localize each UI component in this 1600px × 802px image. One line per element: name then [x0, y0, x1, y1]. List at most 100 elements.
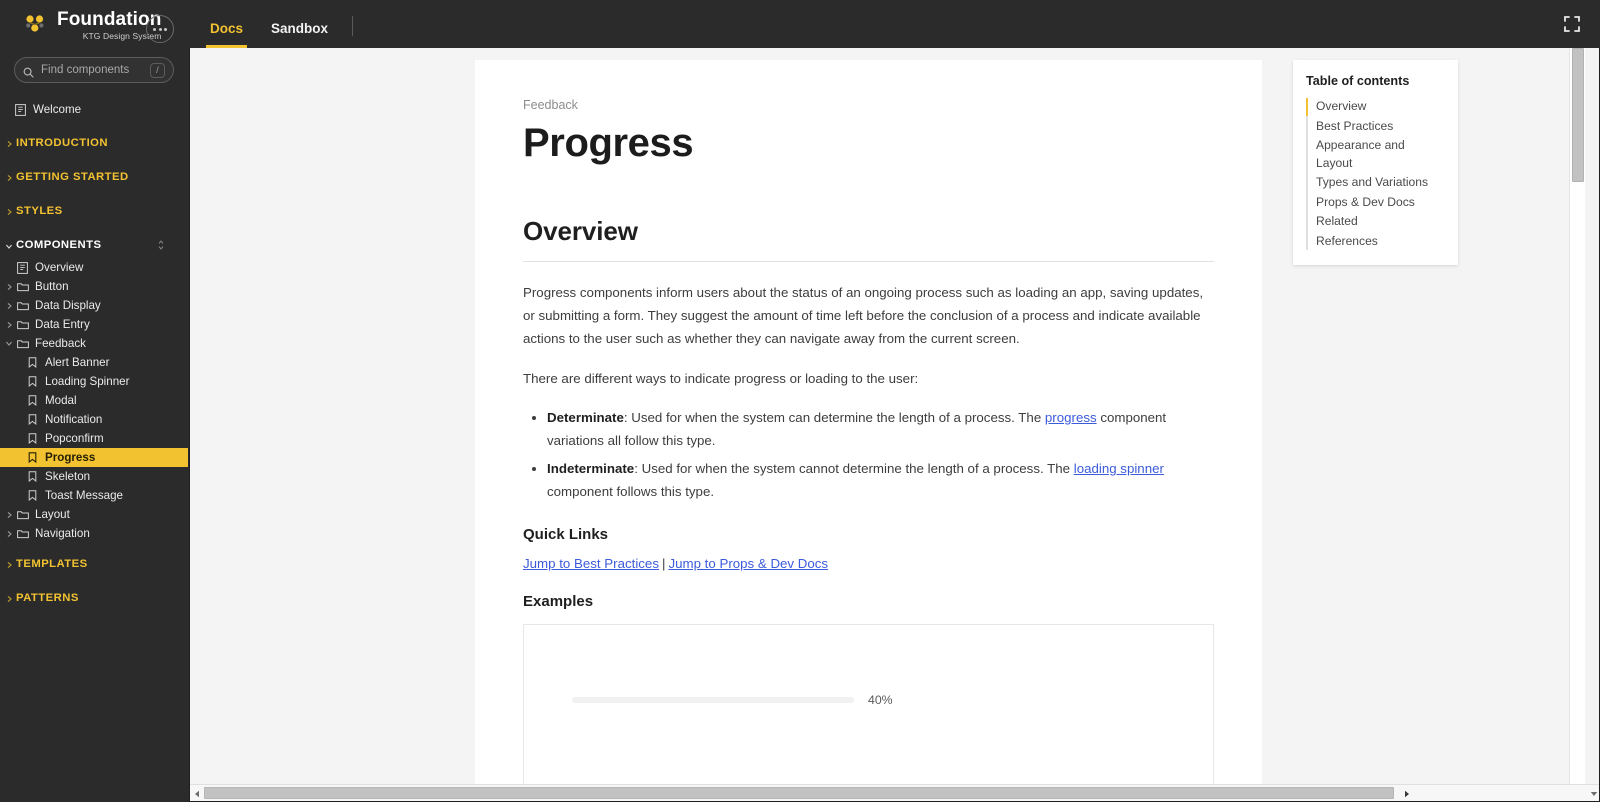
sidebar-item-button[interactable]: Button: [0, 277, 188, 296]
sort-icon[interactable]: [156, 239, 166, 254]
sidebar-item-overview[interactable]: Overview: [0, 258, 188, 277]
sidebar-item-label: Notification: [45, 412, 103, 426]
overview-paragraph-1: Progress components inform users about t…: [523, 285, 1204, 346]
top-tabs: Docs Sandbox: [196, 0, 357, 48]
progress-example-40: 40%: [572, 693, 902, 707]
list-item: Indeterminate: Used for when the system …: [547, 458, 1214, 504]
vertical-scrollbar[interactable]: [1569, 34, 1585, 786]
table-of-contents: Table of contents Overview Best Practice…: [1293, 60, 1458, 266]
jump-to-props-dev-docs-link[interactable]: Jump to Props & Dev Docs: [668, 556, 828, 571]
examples-box: 40% 80%: [523, 623, 1214, 786]
examples-heading: Examples: [523, 592, 594, 610]
bookmark-icon: [26, 357, 39, 368]
scroll-down-arrow-icon[interactable]: [1587, 785, 1599, 801]
toc-item-props-dev-docs[interactable]: Props & Dev Docs: [1316, 193, 1444, 213]
content-scroll-area: Feedback Progress Overview Progress comp…: [190, 34, 1585, 786]
sidebar-section-label: GETTING STARTED: [16, 171, 129, 184]
sidebar-item-layout[interactable]: Layout: [0, 505, 188, 524]
folder-icon: [16, 510, 29, 520]
sidebar-section-patterns[interactable]: PATTERNS: [0, 587, 188, 611]
search-input[interactable]: [41, 64, 150, 76]
chevron-down-icon: [4, 340, 14, 347]
article-card: Feedback Progress Overview Progress comp…: [475, 60, 1262, 786]
list-item-text-before: : Used for when the system can determine…: [623, 410, 1045, 426]
tab-divider: [352, 16, 354, 36]
chevron-right-icon: [4, 302, 14, 310]
sidebar-item-notification[interactable]: Notification: [0, 410, 188, 429]
sidebar-item-modal[interactable]: Modal: [0, 391, 188, 410]
sidebar-item-feedback[interactable]: Feedback: [0, 334, 188, 353]
search-box[interactable]: /: [14, 57, 174, 83]
more-options-icon[interactable]: [146, 15, 174, 43]
vertical-scrollbar-thumb[interactable]: [1572, 48, 1584, 182]
list-item: Determinate: Used for when the system ca…: [547, 407, 1214, 453]
sidebar-section-styles[interactable]: STYLES: [0, 200, 188, 224]
list-item-term: Determinate: [547, 410, 624, 426]
bookmark-icon: [26, 471, 39, 482]
bookmark-icon: [26, 490, 39, 501]
sidebar-item-label: Modal: [45, 393, 77, 407]
sidebar-item-label: Feedback: [35, 336, 86, 350]
sidebar-item-label: Data Display: [35, 298, 101, 312]
sidebar-item-label: Layout: [35, 507, 70, 521]
chevron-right-icon: [4, 174, 14, 182]
tab-sandbox[interactable]: Sandbox: [257, 21, 342, 48]
sidebar-item-data-entry[interactable]: Data Entry: [0, 315, 188, 334]
sidebar-section-components[interactable]: COMPONENTS: [0, 234, 188, 258]
fullscreen-expand-icon[interactable]: [1562, 14, 1582, 34]
scroll-left-arrow-icon[interactable]: [190, 785, 204, 801]
toc-item-appearance-and-layout[interactable]: Appearance and Layout: [1316, 136, 1444, 173]
sidebar-item-label: Loading Spinner: [45, 374, 130, 388]
sidebar-item-welcome[interactable]: Welcome: [0, 99, 188, 121]
sidebar-item-toast-message[interactable]: Toast Message: [0, 486, 188, 505]
sidebar-section-introduction[interactable]: INTRODUCTION: [0, 132, 188, 156]
chevron-right-icon: [4, 595, 14, 603]
bookmark-icon: [26, 376, 39, 387]
chevron-right-icon: [4, 561, 14, 569]
overview-paragraph-2: There are different ways to indicate pro…: [523, 370, 919, 386]
sidebar: / Welcome INTRODUCTION: [0, 48, 188, 802]
horizontal-scrollbar-thumb[interactable]: [204, 787, 1394, 799]
sidebar-item-label: Data Entry: [35, 317, 90, 331]
brand-logo-group[interactable]: Foundation KTG Design System: [22, 10, 161, 41]
scroll-right-arrow-icon[interactable]: [1400, 785, 1414, 801]
tab-docs[interactable]: Docs: [196, 21, 257, 48]
toc-item-overview[interactable]: Overview: [1306, 97, 1444, 117]
progress-link[interactable]: progress: [1045, 410, 1097, 425]
search-icon: [23, 65, 34, 78]
breadcrumb: Feedback: [523, 98, 578, 112]
jump-to-best-practices-link[interactable]: Jump to Best Practices: [523, 556, 659, 571]
folder-icon: [16, 301, 29, 311]
sidebar-item-label: Overview: [35, 260, 84, 274]
sidebar-section-label: PATTERNS: [16, 592, 79, 605]
page-icon: [16, 261, 29, 274]
sidebar-section-templates[interactable]: TEMPLATES: [0, 553, 188, 577]
loading-spinner-link[interactable]: loading spinner: [1074, 461, 1164, 476]
chevron-right-icon: [4, 321, 14, 329]
bookmark-icon: [26, 452, 39, 463]
toc-item-references[interactable]: References: [1316, 232, 1444, 252]
progress-type-list: Determinate: Used for when the system ca…: [523, 407, 1214, 503]
sidebar-item-label: Welcome: [33, 103, 82, 117]
sidebar-section-getting-started[interactable]: GETTING STARTED: [0, 166, 188, 190]
toc-item-best-practices[interactable]: Best Practices: [1316, 117, 1444, 137]
progress-track: [572, 696, 854, 703]
section-heading-overview: Overview: [523, 216, 638, 246]
sidebar-item-popconfirm[interactable]: Popconfirm: [0, 429, 188, 448]
horizontal-scrollbar[interactable]: [190, 784, 1599, 801]
sidebar-item-navigation[interactable]: Navigation: [0, 524, 188, 543]
toc-item-related[interactable]: Related: [1316, 212, 1444, 232]
sidebar-item-data-display[interactable]: Data Display: [0, 296, 188, 315]
quick-links-heading: Quick Links: [523, 525, 609, 543]
chevron-right-icon: [4, 530, 14, 538]
sidebar-item-alert-banner[interactable]: Alert Banner: [0, 353, 188, 372]
sidebar-item-progress[interactable]: Progress: [0, 448, 188, 467]
sidebar-item-label: Alert Banner: [45, 355, 110, 369]
toc-item-types-and-variations[interactable]: Types and Variations: [1316, 173, 1444, 193]
sidebar-item-loading-spinner[interactable]: Loading Spinner: [0, 372, 188, 391]
sidebar-section-label: INTRODUCTION: [16, 137, 109, 150]
top-bar: Foundation KTG Design System Docs Sandbo…: [0, 0, 1600, 48]
chevron-right-icon: [4, 283, 14, 291]
folder-icon: [16, 320, 29, 330]
sidebar-item-skeleton[interactable]: Skeleton: [0, 467, 188, 486]
